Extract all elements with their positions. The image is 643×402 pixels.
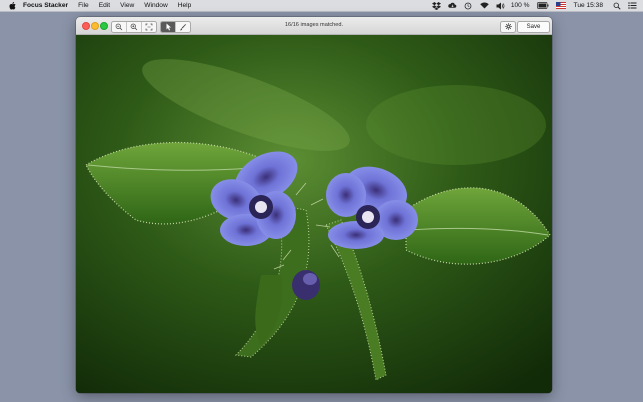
gear-icon[interactable] (500, 20, 516, 33)
wifi-icon[interactable] (480, 2, 489, 10)
match-status: 16/16 images matched. (284, 21, 344, 28)
dropbox-icon[interactable] (431, 1, 441, 10)
menu-file[interactable]: File (78, 2, 89, 9)
notification-icon[interactable] (628, 2, 637, 10)
save-button[interactable]: Save (517, 20, 550, 33)
time-machine-icon[interactable] (464, 2, 473, 10)
focus-stacker-window: 16/16 images matched. Save (76, 17, 552, 393)
battery-icon[interactable] (536, 2, 549, 10)
menu-view[interactable]: View (120, 2, 134, 9)
flower-photo[interactable] (76, 35, 552, 393)
volume-icon[interactable] (496, 2, 505, 10)
menu-bar: Focus Stacker File Edit View Window Help… (0, 0, 643, 12)
cloud-icon[interactable] (448, 2, 457, 10)
menu-help[interactable]: Help (178, 2, 192, 9)
apple-icon[interactable] (8, 1, 17, 10)
spotlight-icon[interactable] (612, 2, 621, 10)
menu-edit[interactable]: Edit (99, 2, 110, 9)
battery-percent: 100 % (510, 2, 530, 9)
window-toolbar: 16/16 images matched. Save (76, 17, 552, 35)
menu-app-name[interactable]: Focus Stacker (23, 2, 68, 9)
flag-icon[interactable] (555, 2, 566, 10)
menu-window[interactable]: Window (144, 2, 167, 9)
clock[interactable]: Tue 15:38 (574, 2, 603, 9)
